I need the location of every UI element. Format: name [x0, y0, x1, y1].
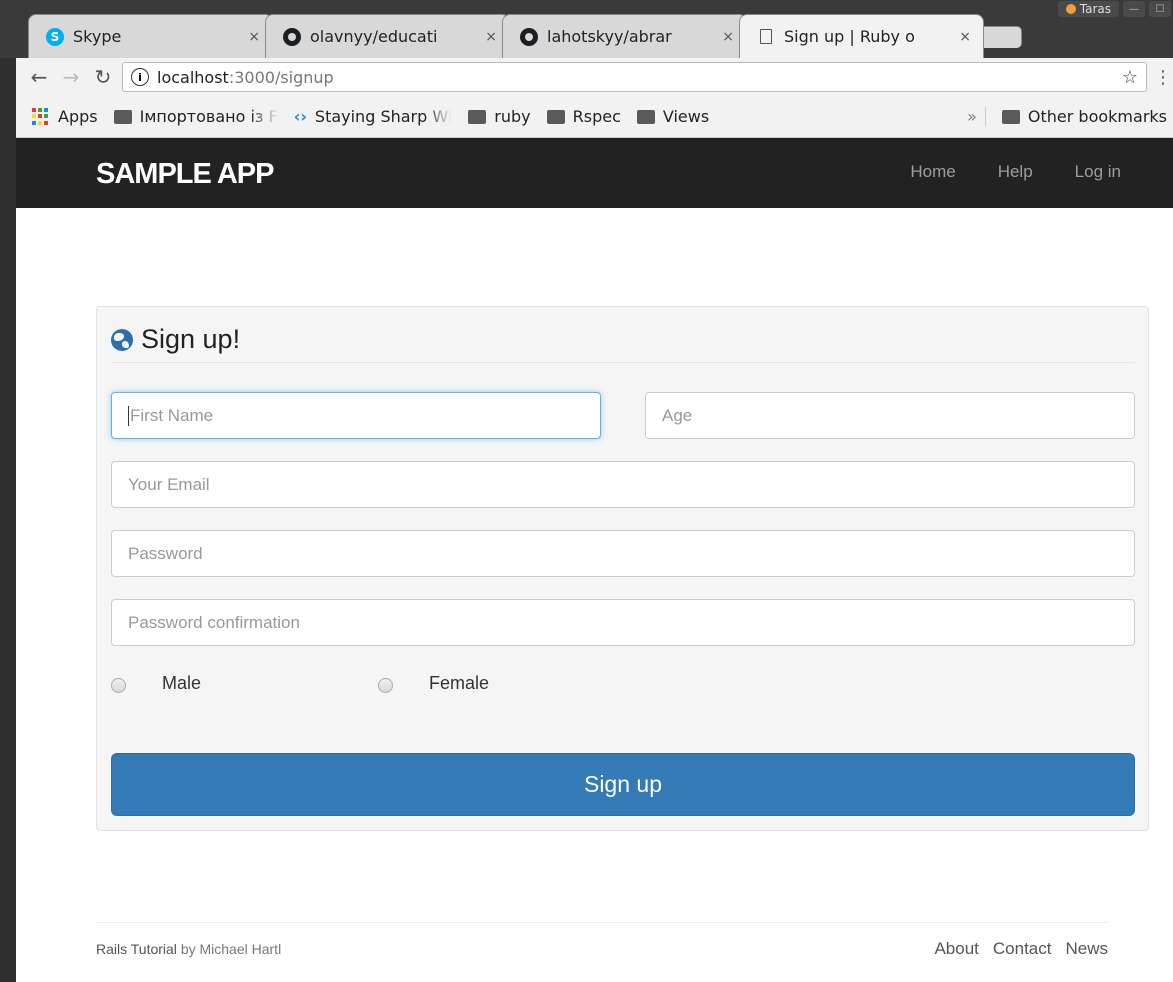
- bookmark-star-icon[interactable]: ☆: [1122, 67, 1138, 88]
- brand-logo[interactable]: SAMPLE APP: [96, 158, 274, 191]
- web-page: SAMPLE APP Home Help Log in Sign up! Fir…: [16, 138, 1173, 982]
- footer-contact[interactable]: Contact: [993, 939, 1052, 959]
- minimize-icon[interactable]: —: [1123, 1, 1145, 17]
- bookmark-ruby[interactable]: ruby: [468, 107, 531, 126]
- gender-female-radio[interactable]: [378, 678, 393, 693]
- bookmark-label: ruby: [494, 107, 531, 126]
- profile-icon: [1065, 4, 1076, 14]
- reload-icon[interactable]: ↻: [90, 64, 116, 90]
- nav-login[interactable]: Log in: [1075, 162, 1121, 182]
- first-name-placeholder: First Name: [130, 405, 214, 425]
- back-arrow-icon[interactable]: ←: [26, 64, 52, 90]
- tab-title: Skype: [73, 27, 122, 46]
- rails-tutorial-link[interactable]: Rails Tutorial: [96, 941, 177, 957]
- apps-grid-icon: [32, 107, 50, 126]
- more-bookmarks-button[interactable]: »: [967, 107, 986, 126]
- window-left-edge: [0, 0, 16, 982]
- code-icon: ‹›: [293, 107, 307, 126]
- profile-button[interactable]: Taras: [1057, 1, 1119, 17]
- site-navbar: SAMPLE APP Home Help Log in: [16, 138, 1173, 208]
- close-icon[interactable]: ×: [248, 29, 260, 45]
- panel-header: Sign up!: [111, 323, 1135, 363]
- tabs: S Skype × olavnyy/educati × lahotskyy/ab…: [28, 14, 1022, 58]
- footer-news[interactable]: News: [1065, 939, 1108, 959]
- first-name-input[interactable]: First Name: [111, 392, 601, 439]
- folder-icon: [468, 109, 487, 124]
- age-placeholder: Age: [662, 405, 693, 425]
- password-input[interactable]: Password: [111, 530, 1135, 577]
- browser-tabstrip: Taras — ☐ S Skype × olavnyy/educati × la…: [0, 0, 1173, 58]
- gender-male-radio[interactable]: [111, 678, 126, 693]
- gender-female-label[interactable]: Female: [429, 673, 489, 694]
- url-host: localhost: [157, 67, 229, 87]
- tab-title: lahotskyy/abrar: [547, 27, 672, 46]
- password-confirmation-input[interactable]: Password confirmation: [111, 599, 1135, 646]
- window-controls: Taras — ☐: [1057, 0, 1173, 18]
- tab-skype[interactable]: S Skype ×: [28, 14, 273, 58]
- nav-help[interactable]: Help: [998, 162, 1033, 182]
- bookmarks-bar: Apps Імпортовано із F ‹› Staying Sharp W…: [16, 96, 1173, 138]
- close-icon[interactable]: ×: [959, 29, 971, 45]
- bookmark-views[interactable]: Views: [636, 107, 710, 126]
- maximize-icon[interactable]: ☐: [1149, 1, 1171, 17]
- bookmark-label: Імпортовано із F: [139, 107, 278, 126]
- page-title: Sign up!: [141, 324, 241, 354]
- tab-title: olavnyy/educati: [310, 27, 438, 46]
- bookmark-rspec[interactable]: Rspec: [546, 107, 621, 126]
- folder-icon: [1001, 109, 1020, 124]
- tab-signup[interactable]: Sign up | Ruby o ×: [739, 14, 984, 58]
- tab-github-lahotskyy[interactable]: lahotskyy/abrar ×: [502, 14, 747, 58]
- bookmark-label: Rspec: [572, 107, 621, 126]
- close-icon[interactable]: ×: [722, 29, 734, 45]
- github-icon: [282, 27, 302, 47]
- page-icon: [756, 27, 776, 47]
- forward-arrow-icon[interactable]: →: [58, 64, 84, 90]
- footer-credit: Rails Tutorial by Michael Hartl: [96, 941, 281, 957]
- bookmark-imported[interactable]: Імпортовано із F: [113, 107, 278, 126]
- age-input[interactable]: Age: [645, 392, 1135, 439]
- footer-about[interactable]: About: [934, 939, 978, 959]
- signup-button[interactable]: Sign up: [111, 753, 1135, 816]
- github-icon: [519, 27, 539, 47]
- nav-links: Home Help Log in: [910, 162, 1121, 182]
- browser-toolbar: ← → ↻ i localhost:3000/signup ☆ ⋮: [16, 58, 1173, 96]
- bookmark-label: Other bookmarks: [1027, 107, 1167, 126]
- bookmark-staying-sharp[interactable]: ‹› Staying Sharp Wi: [294, 107, 453, 126]
- globe-icon: [111, 328, 133, 351]
- skype-icon: S: [45, 27, 65, 47]
- url-path: :3000/signup: [228, 67, 334, 87]
- folder-icon: [113, 109, 132, 124]
- email-placeholder: Your Email: [128, 474, 210, 494]
- folder-icon: [546, 109, 565, 124]
- folder-icon: [636, 109, 655, 124]
- bookmark-other[interactable]: Other bookmarks: [1001, 107, 1173, 126]
- bookmark-apps[interactable]: Apps: [32, 107, 98, 126]
- nav-home[interactable]: Home: [910, 162, 955, 182]
- email-input[interactable]: Your Email: [111, 461, 1135, 508]
- bookmark-label: Apps: [58, 107, 98, 126]
- close-icon[interactable]: ×: [485, 29, 497, 45]
- profile-name: Taras: [1079, 2, 1111, 16]
- tab-github-olavnyy[interactable]: olavnyy/educati ×: [265, 14, 510, 58]
- info-icon[interactable]: i: [131, 68, 149, 86]
- author-credit: by Michael Hartl: [180, 941, 282, 957]
- password-placeholder: Password: [128, 543, 203, 563]
- bookmark-label: Views: [662, 107, 710, 126]
- menu-dots-icon[interactable]: ⋮: [1153, 67, 1173, 88]
- tab-title: Sign up | Ruby o: [784, 27, 915, 46]
- address-bar[interactable]: i localhost:3000/signup ☆: [122, 62, 1147, 92]
- text-cursor: [128, 405, 129, 426]
- site-footer: Rails Tutorial by Michael Hartl About Co…: [96, 922, 1108, 958]
- gender-male-label[interactable]: Male: [162, 673, 201, 694]
- bookmark-label: Staying Sharp Wi: [314, 107, 453, 126]
- password-confirmation-placeholder: Password confirmation: [128, 612, 300, 632]
- signup-panel: Sign up! First Name Age Your Email Passw…: [96, 306, 1149, 831]
- footer-links: About Contact News: [934, 939, 1108, 959]
